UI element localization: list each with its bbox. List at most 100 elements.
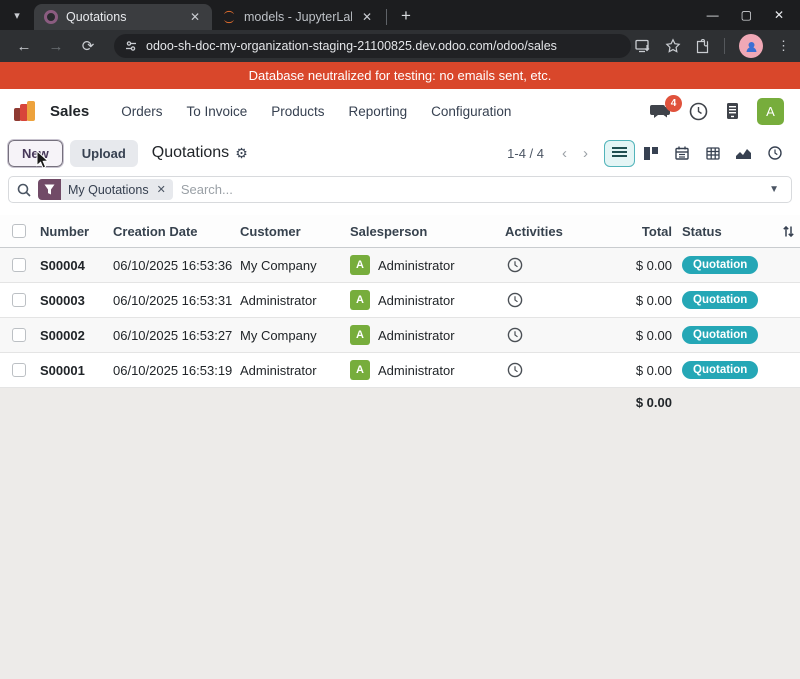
cell-customer: Administrator — [240, 363, 350, 378]
view-graph-button[interactable] — [728, 140, 759, 167]
new-tab-button[interactable]: + — [393, 6, 419, 26]
activity-clock-icon[interactable] — [505, 327, 585, 343]
tab-close-icon[interactable]: ✕ — [360, 10, 374, 24]
browser-titlebar: ▾ Quotations ✕ models - JupyterLab ✕ + —… — [0, 0, 800, 30]
pager-text: 1-4 / 4 — [507, 146, 544, 161]
row-checkbox[interactable] — [12, 258, 26, 272]
cell-total: $ 0.00 — [585, 328, 672, 343]
select-all-checkbox[interactable] — [12, 224, 26, 238]
cell-number: S00004 — [40, 258, 113, 273]
column-header-salesperson[interactable]: Salesperson — [350, 224, 505, 239]
column-header-activities[interactable]: Activities — [505, 224, 585, 239]
cell-creation-date: 06/10/2025 16:53:19 — [113, 363, 240, 378]
search-box[interactable]: My Quotations ✕ ▼ — [8, 176, 792, 203]
filter-facet-my-quotations[interactable]: My Quotations ✕ — [38, 179, 173, 200]
column-header-total[interactable]: Total — [585, 224, 672, 239]
facet-remove-icon[interactable]: ✕ — [156, 179, 173, 200]
browser-tab-jupyterlab[interactable]: models - JupyterLab ✕ — [212, 4, 384, 30]
jupyter-favicon — [222, 10, 236, 24]
menu-reporting[interactable]: Reporting — [339, 98, 418, 125]
url-bar[interactable]: odoo-sh-doc-my-organization-staging-2110… — [114, 34, 631, 58]
table-row[interactable]: S00003 06/10/2025 16:53:31 Administrator… — [0, 283, 800, 318]
cell-salesperson: Administrator — [378, 293, 455, 308]
content-bottom: $ 0.00 — [0, 388, 800, 679]
cell-salesperson: Administrator — [378, 258, 455, 273]
column-header-number[interactable]: Number — [40, 224, 113, 239]
cell-creation-date: 06/10/2025 16:53:27 — [113, 328, 240, 343]
tab-title: models - JupyterLab — [244, 10, 352, 24]
tab-close-icon[interactable]: ✕ — [188, 10, 202, 24]
tab-search-button[interactable]: ▾ — [0, 0, 34, 30]
messages-icon[interactable]: 4 — [649, 102, 671, 120]
status-badge: Quotation — [682, 256, 758, 274]
table-row[interactable]: S00001 06/10/2025 16:53:19 Administrator… — [0, 353, 800, 388]
neutralized-banner: Database neutralized for testing: no ema… — [0, 62, 800, 89]
activity-clock-icon[interactable] — [505, 362, 585, 378]
browser-menu-icon[interactable]: ⋮ — [777, 38, 790, 54]
column-header-creation-date[interactable]: Creation Date — [113, 224, 240, 239]
menu-orders[interactable]: Orders — [111, 98, 172, 125]
extensions-icon[interactable] — [695, 39, 710, 54]
sales-app-icon[interactable] — [14, 100, 38, 122]
back-button[interactable]: ← — [10, 32, 38, 60]
window-maximize-icon[interactable]: ▢ — [741, 8, 752, 22]
menu-to-invoice[interactable]: To Invoice — [176, 98, 257, 125]
column-header-status[interactable]: Status — [672, 224, 782, 239]
table-footer-row: $ 0.00 — [0, 388, 800, 410]
cell-creation-date: 06/10/2025 16:53:31 — [113, 293, 240, 308]
bookmark-star-icon[interactable] — [665, 38, 681, 54]
cell-number: S00003 — [40, 293, 113, 308]
actions-cog-icon[interactable]: ⚙ — [235, 145, 248, 162]
table-row[interactable]: S00002 06/10/2025 16:53:27 My Company AA… — [0, 318, 800, 353]
browser-toolbar: ← → ⟳ odoo-sh-doc-my-organization-stagin… — [0, 30, 800, 62]
activity-clock-icon[interactable] — [505, 257, 585, 273]
row-checkbox[interactable] — [12, 293, 26, 307]
cell-salesperson: Administrator — [378, 363, 455, 378]
user-avatar[interactable]: A — [757, 98, 784, 125]
view-calendar-button[interactable] — [666, 140, 697, 167]
upload-button[interactable]: Upload — [70, 140, 138, 167]
activity-clock-icon[interactable] — [505, 292, 585, 308]
search-dropdown-caret-icon[interactable]: ▼ — [765, 184, 783, 195]
optional-columns-icon[interactable] — [782, 225, 800, 238]
url-text: odoo-sh-doc-my-organization-staging-2110… — [146, 39, 557, 53]
view-list-button[interactable] — [604, 140, 635, 167]
new-button[interactable]: New — [8, 140, 63, 167]
odoo-favicon — [44, 10, 58, 24]
column-header-customer[interactable]: Customer — [240, 224, 350, 239]
menu-products[interactable]: Products — [261, 98, 334, 125]
status-badge: Quotation — [682, 291, 758, 309]
window-minimize-icon[interactable]: — — [707, 8, 719, 22]
tab-title: Quotations — [66, 10, 180, 24]
cell-total: $ 0.00 — [585, 293, 672, 308]
search-input[interactable] — [181, 182, 765, 197]
search-row: My Quotations ✕ ▼ — [0, 173, 800, 209]
menu-configuration[interactable]: Configuration — [421, 98, 521, 125]
reload-button[interactable]: ⟳ — [74, 32, 102, 60]
row-checkbox[interactable] — [12, 363, 26, 377]
table-row[interactable]: S00004 06/10/2025 16:53:36 My Company AA… — [0, 248, 800, 283]
quotations-table: Number Creation Date Customer Salesperso… — [0, 209, 800, 388]
cell-salesperson: Administrator — [378, 328, 455, 343]
pager-previous-button[interactable]: ‹ — [554, 143, 575, 164]
browser-tab-quotations[interactable]: Quotations ✕ — [34, 4, 212, 30]
activities-clock-icon[interactable] — [689, 102, 708, 121]
view-kanban-button[interactable] — [635, 140, 666, 167]
pager-next-button[interactable]: › — [575, 143, 596, 164]
cell-total: $ 0.00 — [585, 363, 672, 378]
mobile-device-icon[interactable] — [726, 102, 739, 120]
app-name[interactable]: Sales — [50, 103, 89, 120]
install-app-icon[interactable] — [635, 39, 651, 53]
window-close-icon[interactable]: ✕ — [774, 8, 784, 22]
cell-number: S00001 — [40, 363, 113, 378]
profile-avatar[interactable] — [739, 34, 763, 58]
forward-button[interactable]: → — [42, 32, 70, 60]
view-activity-button[interactable] — [759, 140, 790, 167]
salesperson-avatar: A — [350, 325, 370, 345]
message-count-badge: 4 — [665, 95, 682, 112]
site-settings-icon[interactable] — [124, 39, 138, 53]
cell-total: $ 0.00 — [585, 258, 672, 273]
row-checkbox[interactable] — [12, 328, 26, 342]
view-pivot-button[interactable] — [697, 140, 728, 167]
salesperson-avatar: A — [350, 290, 370, 310]
